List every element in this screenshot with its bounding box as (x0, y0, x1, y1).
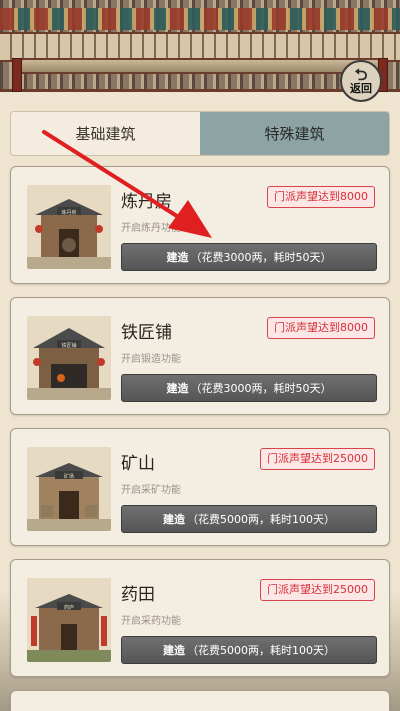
return-arrow-icon: ⮌ (354, 65, 368, 84)
roof-beam-decoration (20, 58, 380, 74)
building-name: 矿山 (121, 454, 155, 474)
building-tabs: 基础建筑 特殊建筑 (10, 111, 390, 156)
build-action-label: 建造 (166, 251, 189, 264)
build-action-label: 建造 (166, 382, 189, 395)
pillar-left-decoration (12, 58, 22, 92)
build-button[interactable]: 建造 （花费5000两，耗时100天） (121, 505, 377, 533)
building-name: 药田 (121, 585, 155, 605)
back-button[interactable]: ⮌ 返回 (340, 60, 382, 102)
building-description: 开启采药功能 (121, 616, 181, 627)
build-button[interactable]: 建造 （花费3000两，耗时50天） (121, 374, 377, 402)
requirement-badge: 门派声望达到8000 (267, 186, 375, 208)
tab-basic-buildings[interactable]: 基础建筑 (11, 112, 200, 155)
building-card-blacksmith: 铁匠铺 铁匠铺 开启锻造功能 门派声望达到8000 建造 （花费3000两，耗时… (10, 297, 390, 415)
build-cost-label: （花费3000两，耗时50天） (190, 251, 332, 264)
building-name: 炼丹房 (121, 192, 172, 212)
build-cost-label: （花费3000两，耗时50天） (190, 382, 332, 395)
svg-text:药庐: 药庐 (64, 604, 74, 611)
build-action-label: 建造 (163, 513, 185, 526)
building-card-alchemy: 炼丹房 炼丹房 开启炼丹功能 门派声望达到8000 建造 （花费3000两，耗时… (10, 166, 390, 284)
requirement-badge: 门派声望达到8000 (267, 317, 375, 339)
building-description: 开启采矿功能 (121, 485, 181, 496)
building-list: 炼丹房 炼丹房 开启炼丹功能 门派声望达到8000 建造 （花费3000两，耗时… (10, 166, 390, 711)
blacksmith-image: 铁匠铺 (27, 316, 111, 400)
back-button-label: 返回 (350, 82, 372, 95)
building-description: 开启炼丹功能 (121, 223, 181, 234)
requirement-badge: 门派声望达到25000 (260, 448, 375, 470)
building-name: 铁匠铺 (121, 323, 172, 343)
svg-text:铁匠铺: 铁匠铺 (61, 342, 76, 349)
building-card-herb-field: 药庐 药田 开启采药功能 门派声望达到25000 建造 （花费5000两，耗时1… (10, 559, 390, 677)
svg-text:矿场: 矿场 (64, 473, 74, 480)
build-action-label: 建造 (163, 644, 185, 657)
svg-text:炼丹房: 炼丹房 (61, 209, 76, 216)
alchemy-house-image: 炼丹房 (27, 185, 111, 269)
herb-field-image: 药庐 (27, 578, 111, 662)
tab-special-buildings[interactable]: 特殊建筑 (200, 112, 389, 155)
build-button[interactable]: 建造 （花费5000两，耗时100天） (121, 636, 377, 664)
mine-image: 矿场 (27, 447, 111, 531)
build-cost-label: （花费5000两，耗时100天） (187, 644, 335, 657)
requirement-badge: 门派声望达到25000 (260, 579, 375, 601)
building-description: 开启锻造功能 (121, 354, 181, 365)
building-card-partial (10, 690, 390, 711)
build-button[interactable]: 建造 （花费3000两，耗时50天） (121, 243, 377, 271)
building-card-mine: 矿场 矿山 开启采矿功能 门派声望达到25000 建造 （花费5000两，耗时1… (10, 428, 390, 546)
build-cost-label: （花费5000两，耗时100天） (187, 513, 335, 526)
